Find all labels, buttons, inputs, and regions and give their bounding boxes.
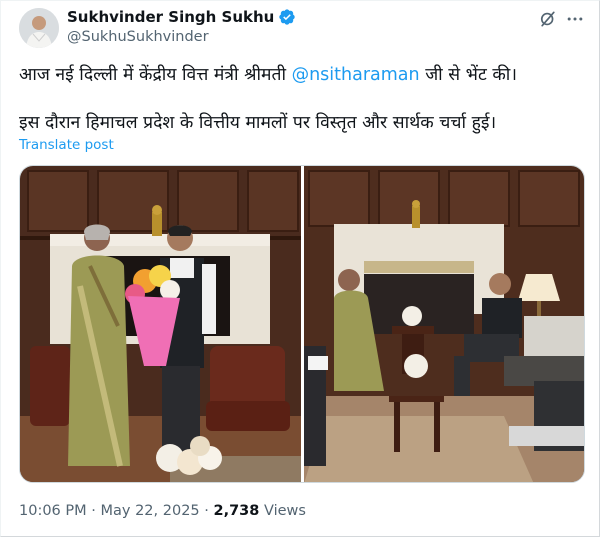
author-name[interactable]: Sukhvinder Singh Sukhu xyxy=(67,8,274,26)
views-count: 2,738 xyxy=(213,503,260,519)
grok-icon[interactable] xyxy=(538,9,558,29)
photo-meeting-bouquet[interactable] xyxy=(20,166,301,482)
post-time[interactable]: 10:06 PM xyxy=(19,503,87,519)
post-date[interactable]: May 22, 2025 xyxy=(100,503,199,519)
verified-badge-icon xyxy=(279,9,296,25)
views-label: Views xyxy=(259,503,306,519)
tweet-text-part: जी से भेंट की। xyxy=(419,65,517,85)
more-icon[interactable] xyxy=(565,9,585,29)
media-grid xyxy=(19,165,585,483)
tweet-text-line-2: इस दौरान हिमाचल प्रदेश के वित्तीय मामलों… xyxy=(19,113,497,133)
mention-link[interactable]: @nsitharaman xyxy=(292,65,420,85)
tweet-text-part: आज नई दिल्ली में केंद्रीय वित्त मंत्री श… xyxy=(19,65,292,85)
post-meta: 10:06 PM · May 22, 2025 · 2,738 Views xyxy=(19,503,306,519)
tweet-card: Sukhvinder Singh Sukhu @SukhuSukhvinder … xyxy=(0,0,600,537)
author-handle[interactable]: @SukhuSukhvinder xyxy=(67,29,209,45)
tweet-text-line-1: आज नई दिल्ली में केंद्रीय वित्त मंत्री श… xyxy=(19,62,517,86)
meta-separator: · xyxy=(86,503,101,519)
photo-meeting-discussion[interactable] xyxy=(304,166,584,482)
author-name-row[interactable]: Sukhvinder Singh Sukhu xyxy=(67,8,296,26)
translate-post-link[interactable]: Translate post xyxy=(19,137,114,153)
avatar[interactable] xyxy=(19,8,59,48)
meta-separator: · xyxy=(199,503,214,519)
